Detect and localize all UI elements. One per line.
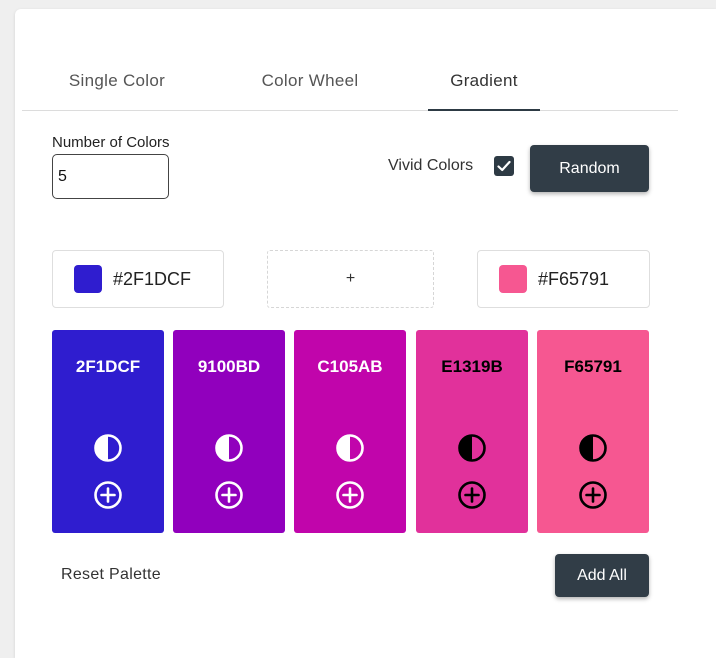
swatch-hex-label: E1319B xyxy=(441,357,503,376)
vivid-colors-label: Vivid Colors xyxy=(388,157,474,174)
gradient-end-swatch xyxy=(499,265,527,293)
gradient-start-picker[interactable]: #2F1DCF xyxy=(52,250,224,308)
add-all-button[interactable]: Add All xyxy=(555,554,649,597)
color-swatch-5[interactable]: F65791 xyxy=(537,330,649,533)
contrast-icon[interactable] xyxy=(214,433,244,463)
swatch-hex-label: F65791 xyxy=(564,357,622,376)
gradient-end-picker[interactable]: #F65791 xyxy=(477,250,650,308)
contrast-icon[interactable] xyxy=(335,433,365,463)
tab-gradient[interactable]: Gradient xyxy=(428,52,540,111)
swatch-hex-label: 9100BD xyxy=(197,357,261,376)
add-gradient-stop-button[interactable]: + xyxy=(267,250,434,308)
tab-color-wheel[interactable]: Color Wheel xyxy=(245,52,375,110)
plus-circle-icon[interactable] xyxy=(335,480,365,510)
gradient-start-swatch xyxy=(74,265,102,293)
plus-circle-icon[interactable] xyxy=(457,480,487,510)
color-swatch-1[interactable]: 2F1DCF xyxy=(52,330,164,533)
contrast-icon[interactable] xyxy=(93,433,123,463)
tab-single-color[interactable]: Single Color xyxy=(52,52,182,110)
contrast-icon[interactable] xyxy=(578,433,608,463)
gradient-start-hex: #2F1DCF xyxy=(113,268,192,289)
checkmark-icon xyxy=(497,160,511,172)
contrast-icon[interactable] xyxy=(457,433,487,463)
swatch-hex-label: 2F1DCF xyxy=(75,357,141,376)
plus-circle-icon[interactable] xyxy=(214,480,244,510)
number-of-colors-label: Number of Colors xyxy=(52,134,170,151)
color-swatch-2[interactable]: 9100BD xyxy=(173,330,285,533)
random-button[interactable]: Random xyxy=(530,145,649,192)
tab-bar: Single Color Color Wheel Gradient xyxy=(22,52,678,111)
reset-palette-button[interactable]: Reset Palette xyxy=(61,566,161,584)
vivid-colors-checkbox[interactable] xyxy=(494,156,514,176)
color-swatch-3[interactable]: C105AB xyxy=(294,330,406,533)
gradient-end-hex: #F65791 xyxy=(538,268,610,289)
number-of-colors-input[interactable] xyxy=(52,154,169,199)
plus-circle-icon[interactable] xyxy=(578,480,608,510)
swatch-hex-label: C105AB xyxy=(317,357,383,376)
plus-circle-icon[interactable] xyxy=(93,480,123,510)
color-swatch-4[interactable]: E1319B xyxy=(416,330,528,533)
